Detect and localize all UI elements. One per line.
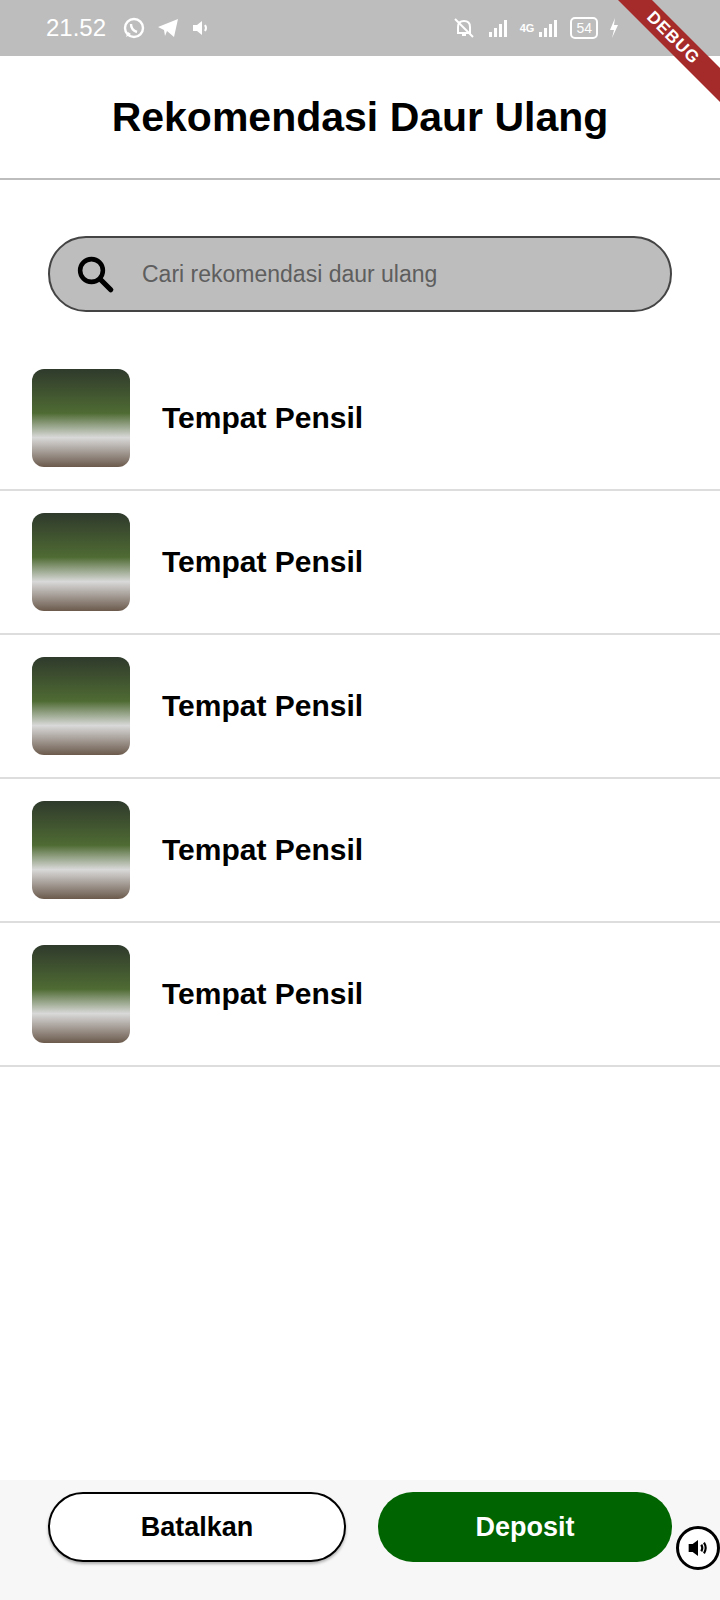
network-type: 4G	[520, 22, 535, 34]
item-title: Tempat Pensil	[162, 689, 363, 723]
item-title: Tempat Pensil	[162, 401, 363, 435]
search-placeholder: Cari rekomendasi daur ulang	[142, 261, 437, 288]
bottom-bar: Batalkan Deposit	[0, 1480, 720, 1600]
item-title: Tempat Pensil	[162, 977, 363, 1011]
recommendation-item[interactable]: Tempat Pensil	[0, 779, 720, 923]
debug-banner: DEBUG	[600, 0, 720, 120]
item-photo	[32, 513, 130, 611]
search-icon	[74, 253, 116, 295]
bell-off-icon	[452, 16, 476, 40]
whatsapp-icon	[122, 16, 146, 40]
item-photo	[32, 657, 130, 755]
cancel-button[interactable]: Batalkan	[48, 1492, 346, 1562]
recommendation-item[interactable]: Tempat Pensil	[0, 347, 720, 491]
item-title: Tempat Pensil	[162, 545, 363, 579]
item-photo	[32, 369, 130, 467]
signal-icon	[486, 16, 510, 40]
status-bar: 21.52 4G 54	[0, 0, 720, 56]
item-photo	[32, 801, 130, 899]
deposit-button[interactable]: Deposit	[378, 1492, 672, 1562]
status-time: 21.52	[46, 14, 106, 42]
recommendation-item[interactable]: Tempat Pensil	[0, 635, 720, 779]
sound-button[interactable]	[676, 1526, 720, 1570]
screen: 21.52 4G 54 DEBUG Rekomendasi Daur Ulang…	[0, 0, 720, 1600]
battery-indicator: 54	[570, 17, 598, 39]
telegram-icon	[156, 16, 180, 40]
search-field[interactable]: Cari rekomendasi daur ulang	[48, 236, 672, 312]
signal-icon	[536, 16, 560, 40]
recommendation-list: Tempat Pensil Tempat Pensil Tempat Pensi…	[0, 347, 720, 1067]
app-bar: Rekomendasi Daur Ulang	[0, 56, 720, 180]
speaker-icon	[682, 1532, 714, 1564]
charging-icon	[608, 16, 620, 40]
recommendation-item[interactable]: Tempat Pensil	[0, 923, 720, 1067]
page-title: Rekomendasi Daur Ulang	[112, 94, 609, 141]
item-title: Tempat Pensil	[162, 833, 363, 867]
speaker-icon	[190, 16, 214, 40]
item-photo	[32, 945, 130, 1043]
recommendation-item[interactable]: Tempat Pensil	[0, 491, 720, 635]
